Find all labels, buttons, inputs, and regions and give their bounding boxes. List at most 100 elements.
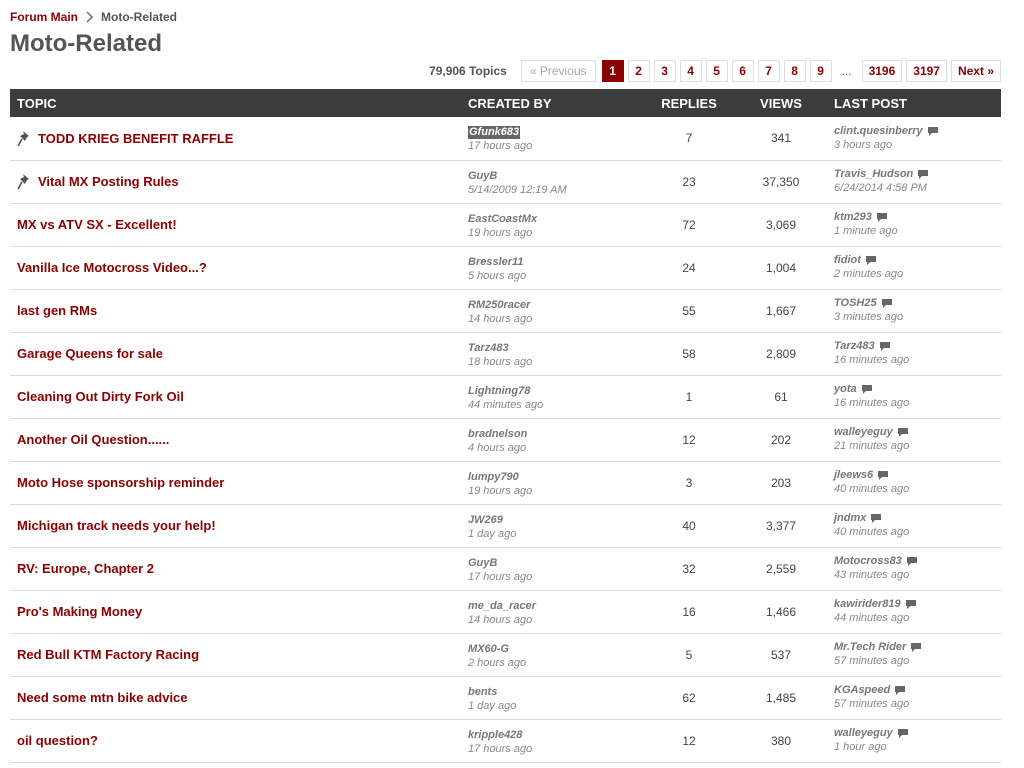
topic-title-link[interactable]: Need some mtn bike advice (17, 690, 188, 705)
column-header-views[interactable]: VIEWS (735, 89, 827, 117)
last-post-username-link[interactable]: TOSH25 (834, 297, 877, 310)
page-button-3197[interactable]: 3197 (906, 60, 947, 82)
topic-title-link[interactable]: Michigan track needs your help! (17, 518, 216, 533)
last-post-username-link[interactable]: walleyeguy (834, 727, 893, 740)
topic-title-link[interactable]: MX vs ATV SX - Excellent! (17, 217, 177, 232)
chat-bubble-icon[interactable] (876, 213, 887, 222)
chat-bubble-icon[interactable] (865, 256, 876, 265)
chat-bubble-icon[interactable] (861, 385, 872, 394)
chat-bubble-icon[interactable] (897, 729, 908, 738)
creator-username-link[interactable]: Lightning78 (468, 385, 530, 398)
breadcrumb-forum-main-link[interactable]: Forum Main (10, 10, 78, 24)
created-by-cell: EastCoastMx 19 hours ago (461, 203, 643, 246)
creator-username-link[interactable]: bents (468, 686, 497, 699)
page-button-2[interactable]: 2 (627, 60, 650, 82)
creator-username-link[interactable]: EastCoastMx (468, 213, 537, 226)
topic-title-link[interactable]: Vital MX Posting Rules (38, 174, 179, 189)
last-post-username-link[interactable]: Mr.Tech Rider (834, 641, 906, 654)
chat-bubble-icon[interactable] (927, 126, 938, 136)
page-button-9[interactable]: 9 (809, 60, 832, 82)
last-post-username-link[interactable]: clint.quesinberry (834, 125, 923, 138)
creator-username-link[interactable]: Gfunk683 (468, 126, 521, 140)
replies-count: 5 (685, 647, 693, 662)
creator-username-link[interactable]: JW269 (468, 514, 503, 527)
creator-username-link[interactable]: bradnelson (468, 428, 527, 441)
topic-title-link[interactable]: RV: Europe, Chapter 2 (17, 561, 154, 576)
page-button-7[interactable]: 7 (757, 60, 780, 82)
topic-title-link[interactable]: Garage Queens for sale (17, 346, 163, 361)
last-post-time: 57 minutes ago (834, 655, 910, 667)
next-page-button[interactable]: Next » (950, 60, 1001, 82)
created-by-cell: Tarz483 18 hours ago (461, 332, 643, 375)
column-header-topic[interactable]: TOPIC (10, 89, 461, 117)
chat-bubble-icon[interactable] (897, 428, 908, 437)
topic-cell: oil question? (10, 719, 461, 762)
last-post-username-link[interactable]: jleews6 (834, 469, 873, 482)
pagination: 79,906 Topics « Previous 1 2 3 4 5 6 7 8… (429, 60, 1001, 82)
page-button-8[interactable]: 8 (783, 60, 806, 82)
created-time: 17 hours ago (468, 140, 533, 153)
creator-username-link[interactable]: lumpy790 (468, 471, 519, 484)
chat-bubble-icon[interactable] (906, 557, 917, 566)
column-header-replies[interactable]: REPLIES (643, 89, 735, 117)
replies-count: 16 (682, 604, 696, 619)
chat-bubble-icon[interactable] (911, 643, 922, 652)
previous-page-button[interactable]: « Previous (520, 60, 596, 82)
chat-bubble-icon[interactable] (905, 600, 916, 609)
topic-title-link[interactable]: Red Bull KTM Factory Racing (17, 647, 199, 662)
topic-cell: TODD KRIEG BENEFIT RAFFLE (10, 117, 461, 160)
column-header-last-post[interactable]: LAST POST (827, 89, 1001, 117)
chat-bubble-icon[interactable] (918, 170, 929, 179)
topic-title-link[interactable]: Vanilla Ice Motocross Video...? (17, 260, 207, 275)
creator-username-link[interactable]: Tarz483 (468, 342, 509, 355)
creator-username-link[interactable]: GuyB (468, 557, 497, 570)
views-count: 203 (770, 475, 792, 490)
last-post-username-link[interactable]: ktm293 (834, 211, 872, 224)
chat-bubble-icon[interactable] (881, 299, 892, 308)
created-time: 17 hours ago (468, 570, 533, 583)
last-post-username-link[interactable]: jndmx (834, 512, 866, 525)
last-post-time: 6/24/2014 4:58 PM (834, 182, 927, 194)
creator-username-link[interactable]: Bressler11 (468, 256, 523, 269)
creator-username-link[interactable]: kripple428 (468, 729, 522, 742)
topic-cell: Vanilla Ice Motocross Video...? (10, 246, 461, 289)
last-post-username-link[interactable]: fidiot (834, 254, 861, 267)
created-by-cell: GuyB 17 hours ago (461, 547, 643, 590)
last-post-username-link[interactable]: Travis_Hudson (834, 168, 913, 181)
chat-bubble-icon[interactable] (878, 471, 889, 480)
last-post-username-link[interactable]: walleyeguy (834, 426, 893, 439)
last-post-username-link[interactable]: yota (834, 383, 857, 396)
chat-bubble-icon[interactable] (895, 686, 906, 695)
topic-title-link[interactable]: Pro's Making Money (17, 604, 142, 619)
creator-username-link[interactable]: GuyB (468, 170, 497, 183)
creator-username-link[interactable]: me_da_racer (468, 600, 536, 613)
column-header-created-by[interactable]: CREATED BY (461, 89, 643, 117)
page-button-3196[interactable]: 3196 (861, 60, 903, 82)
replies-count: 1 (685, 389, 693, 404)
page-button-1[interactable]: 1 (601, 60, 624, 82)
page-button-6[interactable]: 6 (731, 60, 754, 82)
topic-title-link[interactable]: Moto Hose sponsorship reminder (17, 475, 224, 490)
views-count: 1,485 (765, 690, 797, 705)
topic-title-link[interactable]: oil question? (17, 733, 98, 748)
page-button-3[interactable]: 3 (653, 60, 676, 82)
topic-title-link[interactable]: last gen RMs (17, 303, 97, 318)
creator-username-link[interactable]: MX60-G (468, 643, 509, 656)
chat-bubble-icon[interactable] (879, 342, 890, 351)
topic-cell: Moto Hose sponsorship reminder (10, 461, 461, 504)
page-button-4[interactable]: 4 (679, 60, 702, 82)
last-post-username-link[interactable]: Tarz483 (834, 340, 875, 353)
topic-title-link[interactable]: Another Oil Question...... (17, 432, 169, 447)
topic-title-link[interactable]: Cleaning Out Dirty Fork Oil (17, 389, 184, 404)
last-post-username-link[interactable]: Motocross83 (834, 555, 902, 568)
last-post-username-link[interactable]: kawirider819 (834, 598, 901, 611)
last-post-username-link[interactable]: KGAspeed (834, 684, 890, 697)
page-button-5[interactable]: 5 (705, 60, 728, 82)
topic-list: TODD KRIEG BENEFIT RAFFLE Gfunk683 17 ho… (10, 117, 1001, 762)
topic-title-link[interactable]: TODD KRIEG BENEFIT RAFFLE (38, 131, 233, 146)
creator-username-link[interactable]: RM250racer (468, 299, 530, 312)
last-post-time: 2 minutes ago (834, 268, 904, 280)
topic-count: 79,906 Topics (429, 64, 507, 78)
chat-bubble-icon[interactable] (871, 514, 882, 523)
last-post-time: 1 hour ago (834, 741, 887, 753)
